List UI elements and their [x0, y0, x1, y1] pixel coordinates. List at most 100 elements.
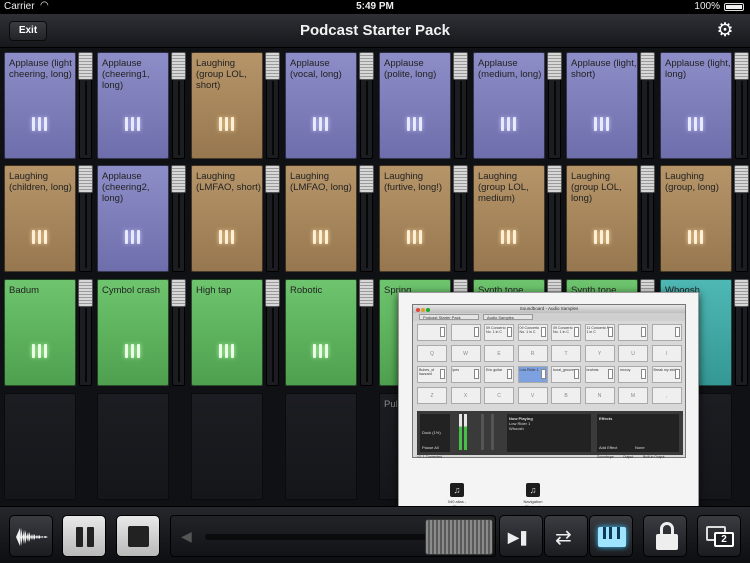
pad-volume-knob[interactable] [78, 165, 93, 193]
mini-pad[interactable]: R [517, 345, 548, 362]
pad-face[interactable]: Laughing (LMFAO, short) [191, 165, 263, 272]
mac-tab-audio-samples[interactable]: Audio Samples [483, 314, 533, 320]
mini-pad[interactable]: 09 Concerto No. 1 in C [484, 324, 514, 341]
sound-pad[interactable]: Laughing (LMFAO, long) [283, 161, 377, 275]
mini-pad-slider[interactable] [507, 327, 512, 337]
sound-pad[interactable]: Applause (vocal, long) [283, 48, 377, 162]
sound-pad[interactable]: Robotic [283, 275, 377, 389]
sound-pad[interactable]: Cymbol crash [95, 275, 189, 389]
pad-face[interactable]: Laughing (furtive, long!) [379, 165, 451, 272]
mini-pad[interactable] [417, 324, 447, 341]
pause-button[interactable] [62, 515, 106, 557]
sound-pad[interactable]: Laughing (group, long) [658, 161, 750, 275]
mini-pad-slider[interactable] [641, 327, 646, 337]
pad-face[interactable]: Laughing (group LOL, short) [191, 52, 263, 159]
pad-face[interactable]: Applause (polite, long) [379, 52, 451, 159]
mini-pad[interactable]: Low Rider 1 [517, 366, 548, 383]
add-effect-button[interactable]: Add Effect [599, 445, 617, 450]
lock-button[interactable] [643, 515, 687, 557]
sound-pad[interactable]: Applause (light, long) [658, 48, 750, 162]
sound-pad[interactable]: Applause (light cheering, long) [2, 48, 96, 162]
sound-pad[interactable]: Applause (cheering1, long) [95, 48, 189, 162]
sound-pad[interactable]: Applause (cheering2, long) [95, 161, 189, 275]
mini-pad-slider[interactable] [440, 327, 445, 337]
pad-face[interactable]: Robotic [285, 279, 357, 386]
mini-pad[interactable]: V [517, 387, 548, 404]
sound-pad[interactable]: Laughing (furtive, long!) [377, 161, 471, 275]
mini-pad[interactable]: E [484, 345, 514, 362]
mini-pad[interactable]: ipes [450, 366, 481, 383]
mini-pad-slider[interactable] [674, 369, 680, 379]
step-button[interactable]: ▶❚ [499, 515, 543, 557]
mini-pad-slider[interactable] [641, 369, 646, 379]
mini-pad[interactable]: brahms [584, 366, 615, 383]
mini-pad[interactable]: T [551, 345, 581, 362]
sound-pad[interactable]: Laughing (children, long) [2, 161, 96, 275]
mini-fader[interactable] [481, 414, 484, 450]
pad-face[interactable]: Applause (light, long) [660, 52, 732, 159]
pad-face[interactable]: Applause (cheering1, long) [97, 52, 169, 159]
pad-face[interactable]: Applause (cheering2, long) [97, 165, 169, 272]
mini-pad[interactable]: Break my stride [651, 366, 682, 383]
keyboard-button[interactable] [589, 515, 633, 557]
pad-volume-knob[interactable] [359, 279, 374, 307]
sound-pad[interactable]: Laughing (LMFAO, short) [189, 161, 283, 275]
pad-volume-knob[interactable] [547, 165, 562, 193]
pad-face[interactable] [4, 393, 76, 500]
pad-face[interactable] [97, 393, 169, 500]
mini-fader-2[interactable] [491, 414, 494, 450]
pad-face[interactable]: Cymbol crash [97, 279, 169, 386]
sound-pad[interactable] [189, 389, 283, 503]
sound-pad[interactable] [283, 389, 377, 503]
output-select[interactable]: Built-in Output [643, 455, 665, 459]
pad-face[interactable]: Laughing (children, long) [4, 165, 76, 272]
pad-face[interactable]: Applause (medium, long) [473, 52, 545, 159]
pad-volume-knob[interactable] [78, 52, 93, 80]
pad-face[interactable]: Applause (light cheering, long) [4, 52, 76, 159]
now-playing-item[interactable]: Whoosh [509, 426, 589, 431]
mini-pad[interactable]: B [551, 387, 581, 404]
mini-pad[interactable]: N [584, 387, 615, 404]
mini-pad[interactable]: , [651, 387, 682, 404]
volume-knob[interactable] [425, 519, 493, 555]
pad-volume-knob[interactable] [453, 52, 468, 80]
loop-button[interactable]: ⇄ [544, 515, 588, 557]
mini-pad[interactable]: M [618, 387, 648, 404]
pad-volume-knob[interactable] [547, 52, 562, 80]
sound-pad[interactable]: Laughing (group LOL, medium) [471, 161, 565, 275]
pad-volume-knob[interactable] [734, 52, 749, 80]
mini-pad-slider[interactable] [674, 327, 680, 337]
pad-volume-knob[interactable] [640, 52, 655, 80]
pad-volume-knob[interactable] [171, 165, 186, 193]
pad-face[interactable] [285, 393, 357, 500]
stop-button[interactable] [116, 515, 160, 557]
mini-pad[interactable]: mccoy [618, 366, 648, 383]
sound-pad[interactable]: High tap [189, 275, 283, 389]
effect-select[interactable]: None [635, 445, 645, 450]
pad-volume-knob[interactable] [171, 279, 186, 307]
mini-pad-slider[interactable] [607, 369, 613, 379]
pad-volume-knob[interactable] [640, 165, 655, 193]
mini-pad[interactable]: Q [417, 345, 447, 362]
sound-pad[interactable]: Laughing (group LOL, short) [189, 48, 283, 162]
mini-pad-slider[interactable] [574, 369, 579, 379]
sound-pad[interactable]: Applause (light, short) [564, 48, 658, 162]
mini-pad[interactable]: 09 Concerto No. 1 in C [517, 324, 548, 341]
pad-face[interactable]: Laughing (group LOL, long) [566, 165, 638, 272]
mini-pad[interactable] [618, 324, 648, 341]
pad-volume-knob[interactable] [265, 52, 280, 80]
pad-face[interactable]: Applause (vocal, long) [285, 52, 357, 159]
pad-face[interactable] [191, 393, 263, 500]
pad-volume-knob[interactable] [453, 165, 468, 193]
pad-face[interactable]: Badum [4, 279, 76, 386]
pad-volume-knob[interactable] [265, 279, 280, 307]
mini-pad[interactable]: Y [584, 345, 615, 362]
mini-pad-slider[interactable] [540, 369, 546, 379]
mini-pad-slider[interactable] [540, 327, 546, 337]
sound-pad[interactable] [2, 389, 96, 503]
mac-tab-podcast[interactable]: Podcast Starter Pack [419, 314, 479, 320]
sound-pad[interactable]: Applause (medium, long) [471, 48, 565, 162]
mini-pad[interactable]: Z [417, 387, 447, 404]
mini-pad[interactable]: 11 Concerto No. 1 in C [584, 324, 615, 341]
mini-pause-all[interactable]: Pause All [422, 445, 448, 450]
